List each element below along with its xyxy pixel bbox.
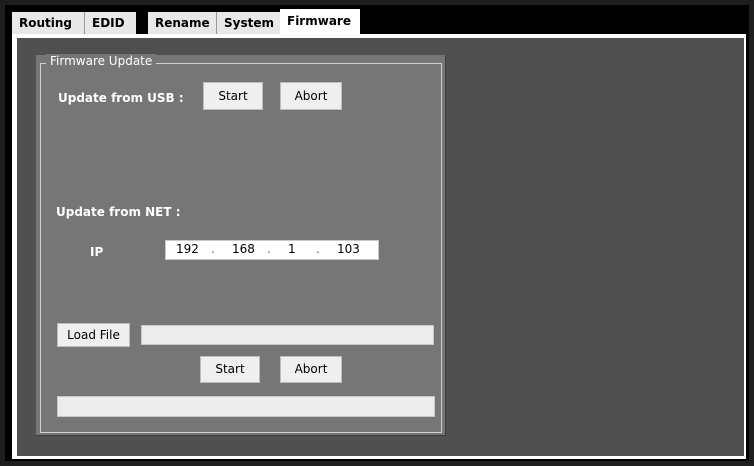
net-abort-button[interactable]: Abort <box>280 356 342 383</box>
usb-update-label: Update from USB : <box>58 91 184 105</box>
ip-label: IP <box>90 245 104 259</box>
progress-bar <box>57 396 435 417</box>
ip-separator: . <box>267 242 271 256</box>
tab-edid[interactable]: EDID <box>84 12 136 34</box>
usb-abort-button[interactable]: Abort <box>280 82 342 110</box>
ip-octet-3[interactable]: 1 <box>288 242 296 256</box>
tab-bar: Routing EDID Rename System Firmware <box>12 9 742 35</box>
ip-octet-4[interactable]: 103 <box>337 242 360 256</box>
tab-gap <box>136 12 148 34</box>
ip-octet-1[interactable]: 192 <box>176 242 199 256</box>
group-title: Firmware Update <box>46 54 157 68</box>
ip-separator: . <box>211 242 215 256</box>
tab-firmware[interactable]: Firmware <box>280 9 360 35</box>
tab-rename[interactable]: Rename <box>148 12 216 34</box>
ip-separator: . <box>316 242 320 256</box>
ip-octet-2[interactable]: 168 <box>232 242 255 256</box>
tab-system[interactable]: System <box>216 12 280 34</box>
tab-routing[interactable]: Routing <box>12 12 84 34</box>
net-start-button[interactable]: Start <box>200 356 260 383</box>
net-update-label: Update from NET : <box>56 205 181 219</box>
load-file-button[interactable]: Load File <box>57 323 130 347</box>
ip-address-input[interactable]: 192 . 168 . 1 . 103 <box>165 240 379 260</box>
file-path-field[interactable] <box>141 325 434 345</box>
usb-start-button[interactable]: Start <box>203 82 263 110</box>
